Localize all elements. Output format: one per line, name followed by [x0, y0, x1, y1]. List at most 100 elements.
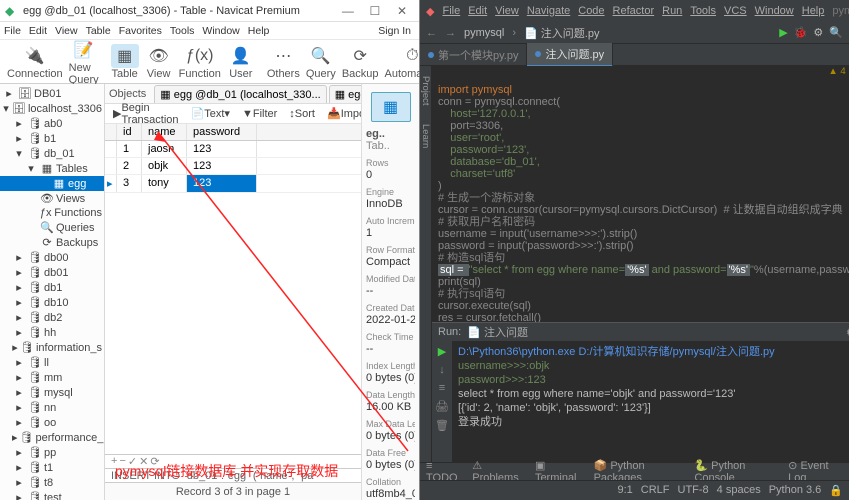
- print-icon[interactable]: 🖨: [435, 400, 449, 413]
- tree-node[interactable]: ▸🛢pp: [0, 445, 104, 460]
- col-password[interactable]: password: [187, 124, 257, 140]
- sort-button[interactable]: ↕ Sort: [285, 107, 319, 121]
- tree-node[interactable]: 🔍Queries: [0, 220, 104, 235]
- run-button-icon[interactable]: ▶: [779, 26, 787, 39]
- menu-table[interactable]: Table: [86, 25, 111, 37]
- tree-node[interactable]: ▦egg: [0, 176, 104, 191]
- toolbar-table[interactable]: ▦Table: [111, 44, 139, 80]
- menu-edit[interactable]: Edit: [29, 25, 47, 37]
- indent[interactable]: 4 spaces: [717, 484, 761, 497]
- table-row[interactable]: 2objk123: [105, 158, 361, 175]
- toolbar-view[interactable]: 👁View: [145, 44, 173, 80]
- tree-node[interactable]: ▸🛢b1: [0, 131, 104, 146]
- toolbar-user[interactable]: 👤User: [227, 44, 255, 80]
- menu-tools[interactable]: Tools: [170, 25, 195, 37]
- nav-fwd-icon[interactable]: →: [445, 27, 456, 39]
- import-button[interactable]: 📥 Import: [323, 106, 361, 121]
- encoding[interactable]: UTF-8: [678, 484, 709, 497]
- tree-node[interactable]: ▸🛢t1: [0, 460, 104, 475]
- tree-node[interactable]: ▸🛢nn: [0, 400, 104, 415]
- tree-node[interactable]: 👁Views: [0, 191, 104, 206]
- tree-node[interactable]: ▸🛢oo: [0, 415, 104, 430]
- run-output[interactable]: D:\Python36\python.exe D:/计算机知识存储/pymysq…: [452, 341, 849, 462]
- debug-button-icon[interactable]: 🐞: [794, 26, 808, 39]
- pc-menu-edit[interactable]: Edit: [468, 5, 487, 17]
- nav-back-icon[interactable]: ←: [426, 27, 437, 39]
- col-id[interactable]: id: [117, 124, 142, 140]
- project-tool-button[interactable]: Project: [420, 76, 431, 106]
- pc-menu-window[interactable]: Window: [755, 5, 794, 17]
- toolbar-others[interactable]: ⋯Others: [267, 44, 300, 80]
- minimize-button[interactable]: —: [336, 4, 360, 18]
- pc-menu-run[interactable]: Run: [662, 5, 682, 17]
- tree-node[interactable]: ▸🛢ab0: [0, 116, 104, 131]
- pc-menu-file[interactable]: File: [442, 5, 460, 17]
- tree-node[interactable]: ▾🗄localhost_3306: [0, 101, 104, 116]
- begin-transaction-button[interactable]: ▶ Begin Transaction: [109, 101, 183, 127]
- objects-tab[interactable]: Objects: [109, 88, 146, 100]
- menu-help[interactable]: Help: [248, 25, 270, 37]
- code-editor[interactable]: import pymysqlconn = pymysql.connect( ho…: [432, 82, 849, 322]
- tree-node[interactable]: ▸🛢db1: [0, 280, 104, 295]
- toolbar-connection[interactable]: 🔌Connection: [7, 44, 63, 80]
- learn-tool-button[interactable]: Learn: [420, 124, 431, 148]
- pc-menu-navigate[interactable]: Navigate: [527, 5, 570, 17]
- breadcrumb-file[interactable]: 📄 注入问题.py: [524, 25, 599, 41]
- table-row[interactable]: ▸3tony123: [105, 175, 361, 193]
- menu-file[interactable]: File: [4, 25, 21, 37]
- toolbar-function[interactable]: ƒ(x)Function: [179, 44, 221, 80]
- run-config-name[interactable]: 📄 注入问题: [467, 324, 528, 340]
- layout-icon[interactable]: ≡: [439, 382, 445, 394]
- tree-node[interactable]: ▸🛢mysql: [0, 385, 104, 400]
- cursor-position[interactable]: 9:1: [617, 484, 632, 497]
- text-button[interactable]: 📄 Text ▾: [187, 106, 234, 121]
- breadcrumb-project[interactable]: pymysql: [464, 27, 504, 39]
- tree-node[interactable]: ▾▦Tables: [0, 161, 104, 176]
- trash-icon[interactable]: 🗑: [435, 419, 449, 432]
- lock-icon[interactable]: 🔒: [829, 484, 843, 497]
- tree-node[interactable]: ƒxFunctions: [0, 206, 104, 220]
- inspections-badge[interactable]: ▲ 4 ⚠ 19: [432, 66, 849, 82]
- pc-menu-view[interactable]: View: [495, 5, 519, 17]
- connection-tree[interactable]: ▸🗄DB01▾🗄localhost_3306▸🛢ab0▸🛢b1▾🛢db_01▾▦…: [0, 84, 105, 500]
- tree-node[interactable]: ▸🛢db10: [0, 295, 104, 310]
- editor-tab-1[interactable]: 第一个模块py.py: [420, 44, 527, 66]
- signin-link[interactable]: Sign In: [378, 25, 411, 37]
- menu-view[interactable]: View: [55, 25, 78, 37]
- pc-menu-refactor[interactable]: Refactor: [613, 5, 655, 17]
- tree-node[interactable]: ▾🛢db_01: [0, 146, 104, 161]
- tree-node[interactable]: ▸🗄DB01: [0, 86, 104, 101]
- pc-menu-vcs[interactable]: VCS: [724, 5, 747, 17]
- gear-icon[interactable]: ⚙: [813, 26, 823, 39]
- line-ending[interactable]: CRLF: [641, 484, 670, 497]
- stop-icon[interactable]: ↓: [439, 364, 445, 376]
- tree-node[interactable]: ▸🛢t8: [0, 475, 104, 490]
- table-row[interactable]: 1jaosn123: [105, 141, 361, 158]
- menu-window[interactable]: Window: [202, 25, 239, 37]
- tree-node[interactable]: ⟳Backups: [0, 235, 104, 250]
- col-name[interactable]: name: [142, 124, 187, 140]
- rerun-icon[interactable]: ▶: [438, 345, 446, 358]
- tree-node[interactable]: ▸🛢information_s: [0, 340, 104, 355]
- tree-node[interactable]: ▸🛢db00: [0, 250, 104, 265]
- pc-menu-tools[interactable]: Tools: [690, 5, 716, 17]
- maximize-button[interactable]: ☐: [363, 4, 387, 18]
- data-grid[interactable]: id name password 1jaosn1232objk123▸3tony…: [105, 124, 361, 454]
- pc-menu-code[interactable]: Code: [578, 5, 604, 17]
- tree-node[interactable]: ▸🛢db01: [0, 265, 104, 280]
- tree-node[interactable]: ▸🛢performance_: [0, 430, 104, 445]
- tree-node[interactable]: ▸🛢test: [0, 490, 104, 500]
- tree-node[interactable]: ▸🛢db2: [0, 310, 104, 325]
- filter-button[interactable]: ▼ Filter: [238, 107, 281, 121]
- toolbar-backup[interactable]: ⟳Backup: [342, 44, 379, 80]
- toolbar-new-query[interactable]: 📝New Query: [69, 38, 99, 86]
- close-button[interactable]: ✕: [390, 4, 414, 18]
- pc-menu-help[interactable]: Help: [802, 5, 825, 17]
- search-icon[interactable]: 🔍: [829, 26, 843, 39]
- tree-node[interactable]: ▸🛢hh: [0, 325, 104, 340]
- menu-favorites[interactable]: Favorites: [119, 25, 162, 37]
- interpreter[interactable]: Python 3.6: [769, 484, 822, 497]
- table-tab-2[interactable]: ▦ egg @db_01 (localhost_330...: [329, 85, 361, 103]
- editor-tab-2[interactable]: 注入问题.py: [527, 43, 613, 67]
- tree-node[interactable]: ▸🛢mm: [0, 370, 104, 385]
